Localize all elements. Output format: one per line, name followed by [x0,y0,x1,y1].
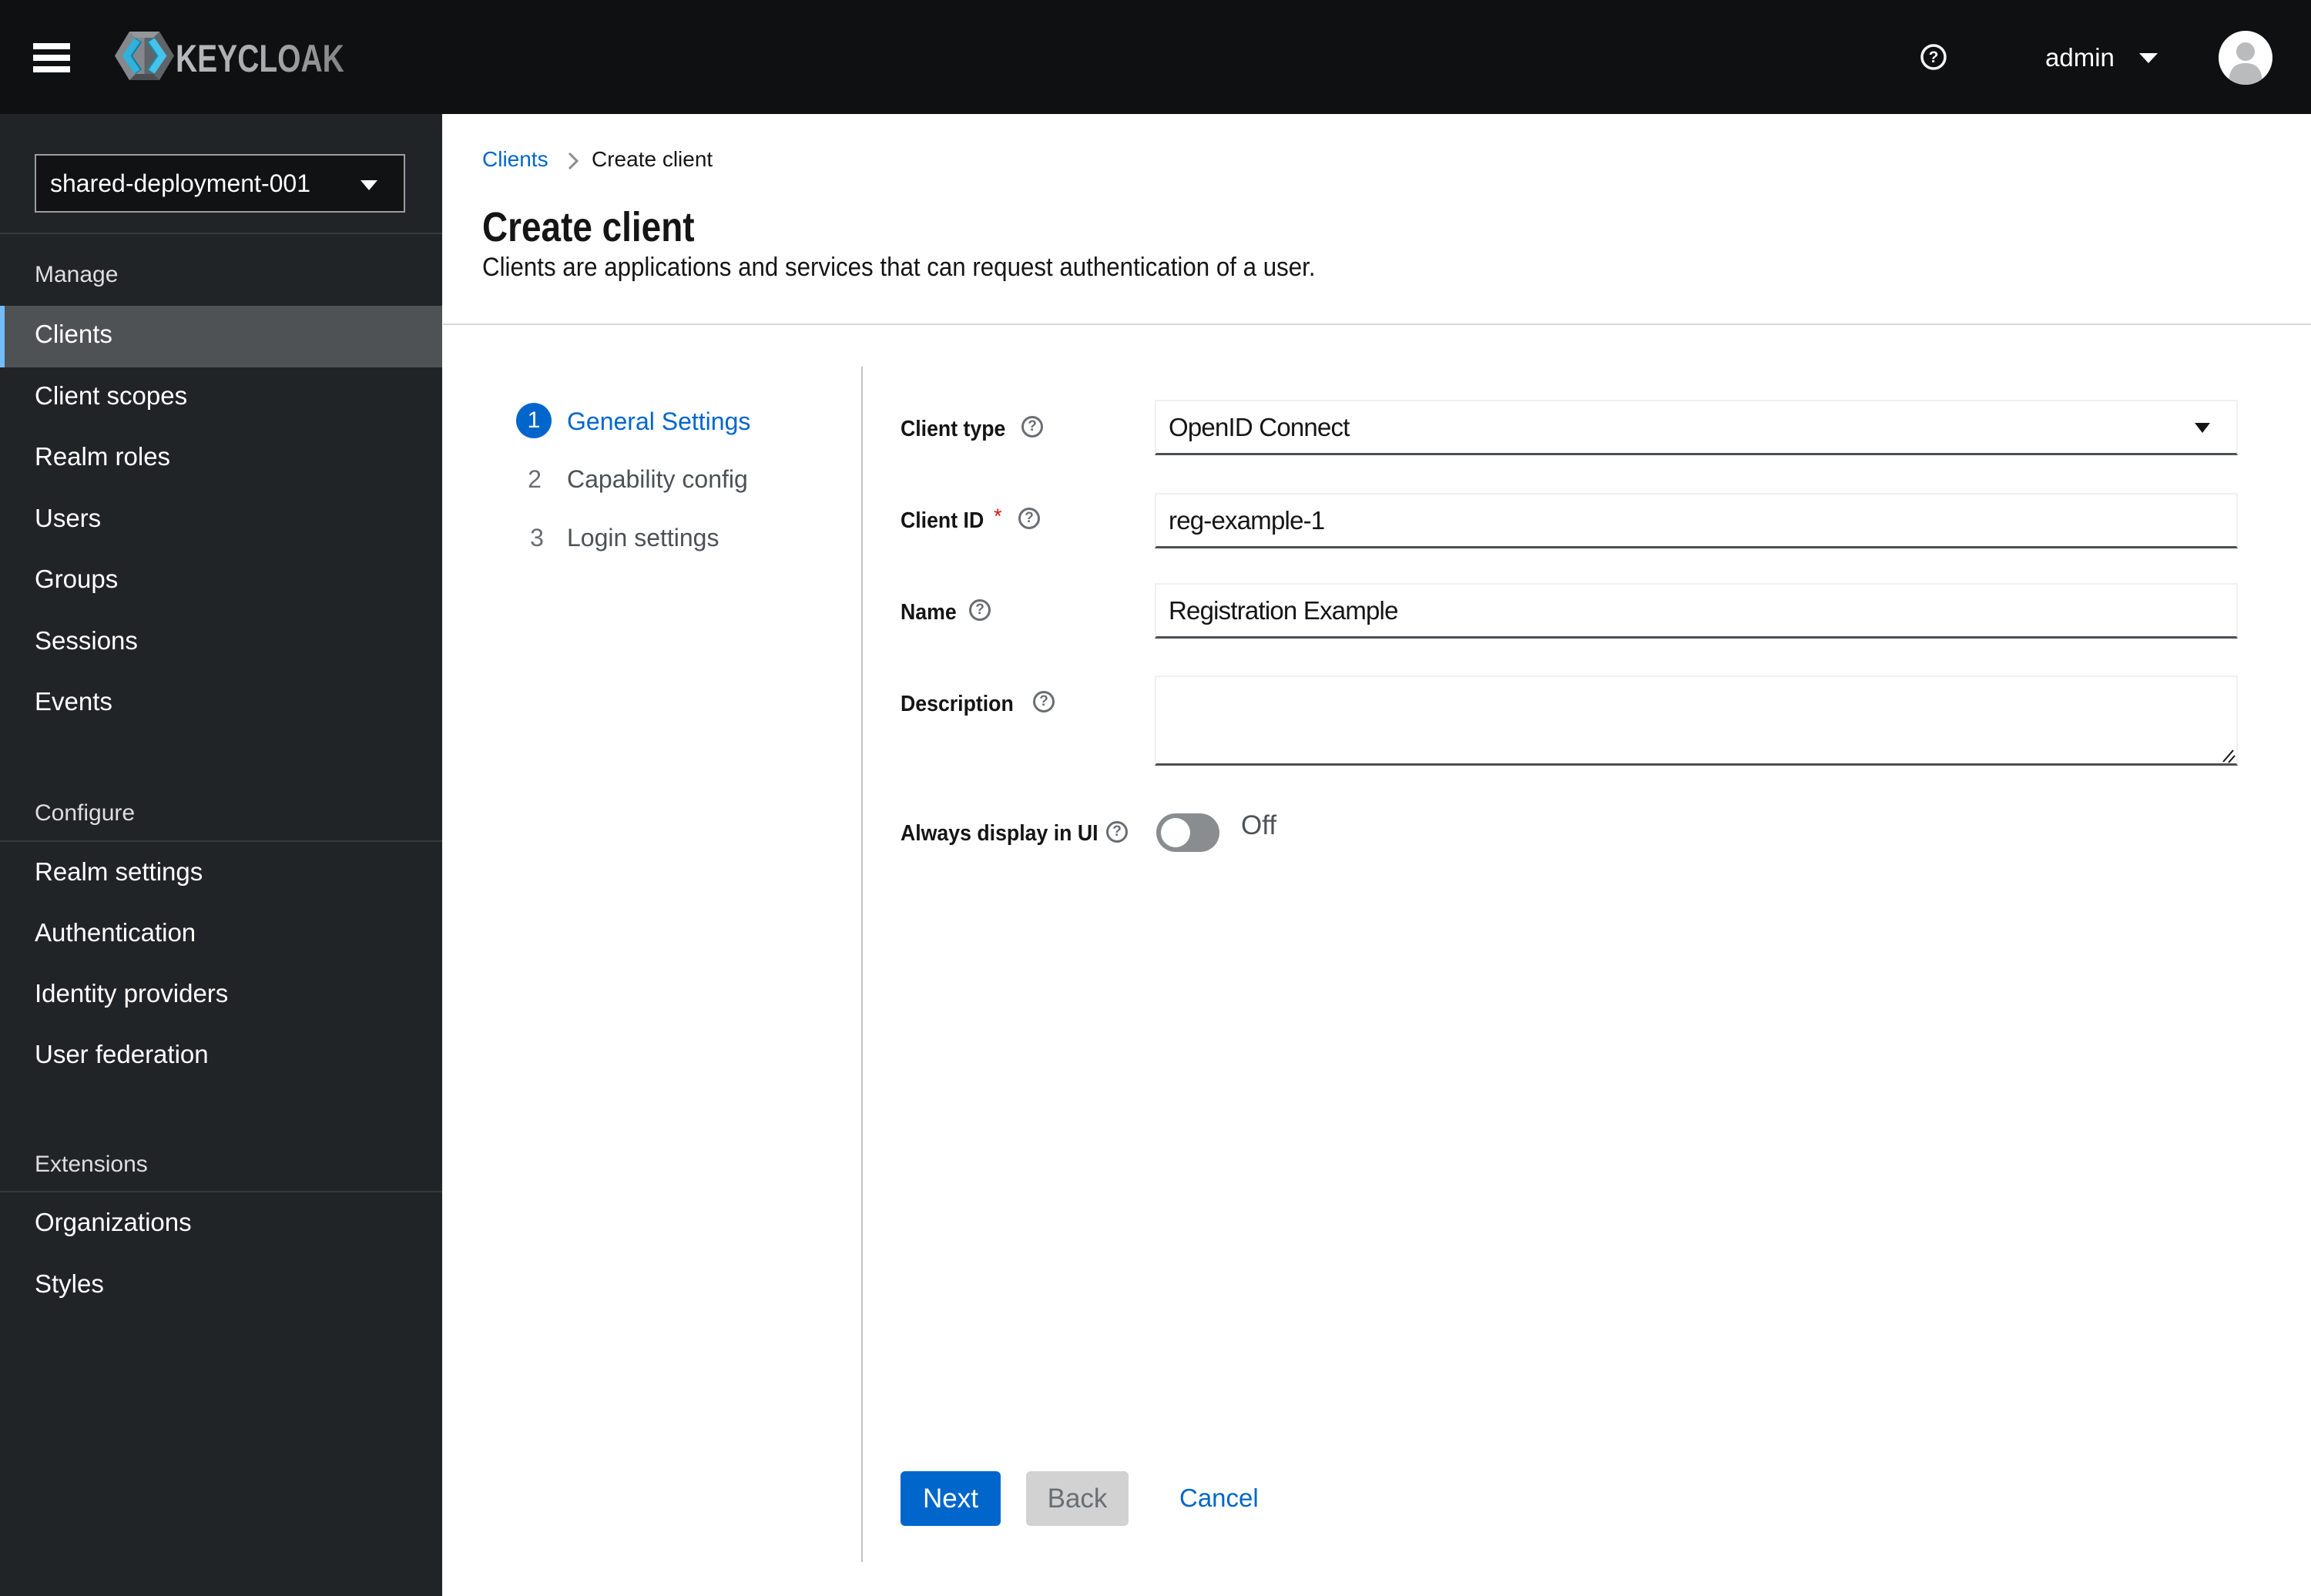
svg-text:?: ? [1929,49,1939,66]
